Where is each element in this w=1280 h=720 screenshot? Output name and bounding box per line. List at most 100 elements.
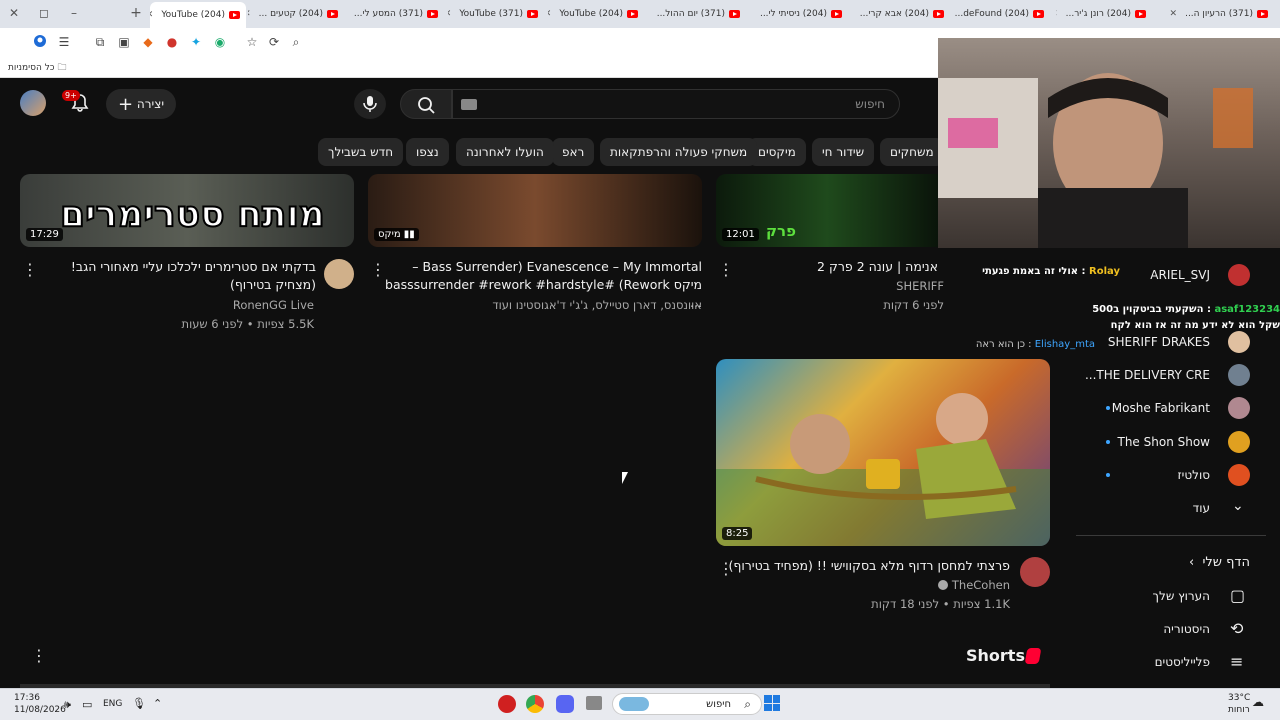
subscription-item[interactable]: סולטיז	[1178, 463, 1211, 487]
app-icon[interactable]	[498, 695, 516, 713]
chevron-down-icon[interactable]: ⌄	[1232, 498, 1244, 514]
chrome-icon[interactable]	[526, 695, 544, 713]
subscription-item[interactable]: THE DELIVERY CRE...	[1085, 363, 1210, 387]
extension-icon[interactable]: ●	[164, 34, 180, 50]
browser-tab[interactable]: (204) אבא קרי...✕	[854, 4, 950, 24]
chip-3[interactable]: משחקי פעולה והרפתקאות	[600, 138, 758, 166]
bookmark-star-icon[interactable]: ☆	[244, 34, 260, 50]
chip-0[interactable]: משחקים	[880, 138, 944, 166]
video-title[interactable]: פרצתי למחסן רדוף מלא בסקווישי !! (מפחיד …	[728, 557, 1010, 575]
close-tab-icon[interactable]: ✕	[150, 10, 153, 20]
close-window-icon[interactable]: ✕	[6, 5, 22, 21]
channel-name[interactable]: RonenGG Live	[233, 298, 314, 312]
browser-tab[interactable]: (371) המסע לי...✕	[348, 4, 444, 24]
browser-tab[interactable]: (204) YouTube ✕	[150, 2, 246, 28]
chip-7[interactable]: חדש בשבילך	[318, 138, 404, 166]
extensions-icon[interactable]: ⧉	[92, 34, 108, 50]
discord-icon[interactable]	[556, 695, 574, 713]
chip-5[interactable]: הועלו לאחרונה	[456, 138, 554, 166]
weather-icon[interactable]: ☁	[1252, 695, 1264, 709]
search-input[interactable]: חיפוש	[452, 89, 900, 119]
chip-6[interactable]: נצפו	[406, 138, 449, 166]
keyboard-icon[interactable]	[461, 99, 477, 110]
video-menu-icon[interactable]: ⋮	[718, 559, 734, 578]
close-tab-icon[interactable]: ✕	[1170, 9, 1178, 19]
you-item[interactable]: פלייליסטים	[1155, 650, 1210, 674]
chat-message: asaf123234 : השקעתי בביטקוין ב500 שקל הו…	[1092, 304, 1280, 331]
browser-tab[interactable]: (204) רונן ג'יר... ✕	[1056, 4, 1152, 24]
channel-avatar[interactable]	[324, 259, 354, 289]
show-more-item[interactable]: עוד	[1193, 496, 1210, 520]
you-item[interactable]: היסטוריה	[1163, 617, 1210, 641]
voice-search-button[interactable]	[354, 89, 386, 119]
you-section-header[interactable]: הדף שלי ›	[1189, 550, 1250, 574]
account-avatar[interactable]	[20, 90, 46, 116]
video-title[interactable]: אנימה | עונה 2 פרק 2	[744, 258, 938, 276]
video-thumbnail[interactable]: מיקס ▮▮	[368, 174, 702, 247]
profile-icon[interactable]	[32, 34, 48, 50]
video-menu-icon[interactable]: ⋮	[370, 260, 386, 279]
taskbar-clock[interactable]: 17:36	[14, 693, 40, 703]
zoom-icon[interactable]: ⌕	[288, 34, 304, 50]
subscription-item[interactable]: The Shon Show	[1118, 430, 1211, 454]
video-duration: 8:25	[722, 527, 753, 540]
browser-tab[interactable]: (204) YouTube ✕	[548, 4, 644, 24]
new-tab-button[interactable]: +	[128, 5, 144, 21]
chevron-up-icon[interactable]: ⌃	[153, 697, 162, 710]
file-explorer-icon[interactable]	[586, 696, 602, 710]
search-button[interactable]	[400, 89, 452, 119]
video-menu-icon[interactable]: ⋮	[718, 260, 734, 279]
reading-list-icon[interactable]: ☰	[56, 34, 72, 50]
subscription-avatar[interactable]	[1228, 364, 1250, 386]
webcam-overlay	[938, 38, 1280, 248]
network-icon[interactable]: ▭	[82, 698, 92, 711]
minimize-window-icon[interactable]: –	[66, 5, 82, 21]
video-thumbnail[interactable]: מותח סטרימרים 17:29	[20, 174, 354, 247]
playlists-icon: ≡	[1230, 652, 1244, 671]
section-menu-icon[interactable]: ⋮	[31, 646, 47, 665]
install-app-icon[interactable]: ⟳	[266, 34, 282, 50]
language-indicator[interactable]: ENG	[103, 699, 122, 709]
channel-name[interactable]: SHERIFF	[896, 279, 944, 293]
weather-temp[interactable]: 33°C	[1228, 693, 1250, 703]
close-tab-icon[interactable]: ✕	[448, 9, 451, 19]
subscription-item[interactable]: Moshe Fabrikant	[1112, 396, 1210, 420]
video-thumbnail[interactable]: פרק 12:01	[716, 174, 938, 247]
subscription-avatar[interactable]	[1228, 431, 1250, 453]
taskbar-search[interactable]: חיפוש ⌕	[612, 693, 762, 715]
browser-tab[interactable]: (371) יום ההול...✕	[650, 4, 746, 24]
channel-name[interactable]: אוונסנס, דארן סטיילס, ג'ג'י ד'אגוסטינו ו…	[492, 298, 702, 312]
close-tab-icon[interactable]: ✕	[248, 9, 251, 19]
chip-1[interactable]: שידור חי	[812, 138, 875, 166]
create-button[interactable]: יצירה +	[106, 89, 176, 119]
video-title[interactable]: בדקתי אם סטרימרים ילכלכו עליי מאחורי הגב…	[40, 258, 316, 294]
video-thumbnail[interactable]: 8:25	[716, 359, 1050, 546]
restore-window-icon[interactable]: ◻	[36, 5, 52, 21]
extension-icon[interactable]: ◆	[140, 34, 156, 50]
tab-search-icon[interactable]: ▣	[116, 34, 132, 50]
browser-tab[interactable]: (371) YouTube ✕	[448, 4, 544, 24]
subscription-avatar[interactable]	[1228, 397, 1250, 419]
channel-avatar[interactable]	[1020, 557, 1050, 587]
microphone-icon[interactable]: 🎙	[132, 697, 146, 710]
video-menu-icon[interactable]: ⋮	[22, 260, 38, 279]
youtube-favicon-icon	[627, 10, 638, 18]
taskbar-date[interactable]: 11/08/2026	[14, 705, 66, 715]
extension-icon[interactable]: ✦	[188, 34, 204, 50]
channel-name[interactable]: TheCohen	[938, 578, 1010, 592]
weather-label[interactable]: רוחות	[1228, 705, 1250, 715]
you-item[interactable]: הערוץ שלך	[1153, 584, 1210, 608]
chip-4[interactable]: ראפ	[552, 138, 595, 166]
all-bookmarks-link[interactable]: כל הסימניות 🗀	[8, 60, 66, 76]
browser-tab[interactable]: (371) הרעיון ה... ✕	[1154, 4, 1274, 24]
extension-icon[interactable]: ◉	[212, 34, 228, 50]
subscription-avatar[interactable]	[1228, 464, 1250, 486]
browser-tab[interactable]: (204) קטעים ... ✕	[248, 4, 344, 24]
close-tab-icon[interactable]: ✕	[1056, 9, 1058, 19]
start-menu-icon[interactable]	[764, 695, 780, 711]
browser-tab[interactable]: (204) deFound...✕	[954, 4, 1050, 24]
thumbnail-text: מותח סטרימרים	[59, 193, 326, 236]
close-tab-icon[interactable]: ✕	[548, 9, 551, 19]
volume-icon[interactable]: 🕪	[64, 698, 71, 712]
browser-tab[interactable]: (204) ניסיתי לי...✕	[752, 4, 848, 24]
